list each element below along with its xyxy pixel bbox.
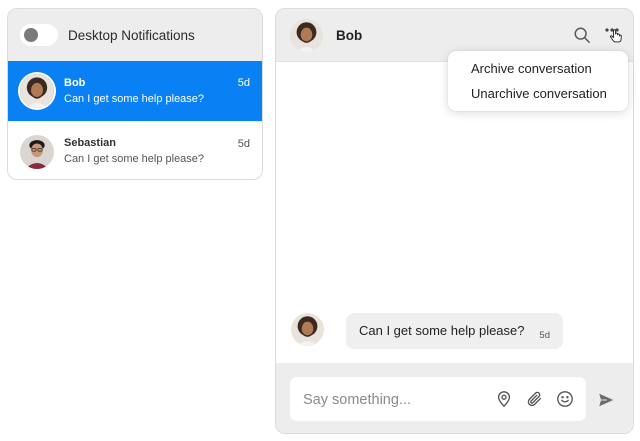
desktop-notifications-toggle[interactable] — [20, 24, 58, 46]
message-input[interactable] — [290, 377, 495, 423]
notifications-bar: Desktop Notifications — [8, 9, 262, 61]
conversation-item-bob[interactable]: Bob Can I get some help please? 5d — [8, 61, 262, 121]
avatar — [291, 313, 324, 346]
message-row: Can I get some help please? 5d — [291, 313, 563, 349]
paperclip-icon[interactable] — [524, 388, 546, 410]
conversation-time: 5d — [237, 77, 250, 89]
send-icon[interactable] — [595, 389, 617, 411]
menu-item-archive[interactable]: Archive conversation — [471, 61, 592, 76]
message-time: 5d — [539, 330, 550, 341]
smiley-icon[interactable] — [554, 388, 576, 410]
toggle-knob — [24, 28, 38, 42]
conversation-name: Sebastian — [64, 137, 116, 149]
more-horizontal-icon[interactable] — [604, 25, 626, 45]
chat-title: Bob — [336, 27, 363, 43]
conversation-preview: Can I get some help please? — [64, 92, 205, 105]
notifications-label: Desktop Notifications — [68, 27, 195, 43]
conversation-name: Bob — [64, 76, 86, 89]
avatar — [20, 74, 54, 108]
message-input-box — [290, 377, 586, 423]
conversation-preview: Can I get some help please? — [64, 153, 205, 165]
message-bubble: Can I get some help please? 5d — [346, 313, 563, 349]
conversation-item-sebastian[interactable]: Sebastian Can I get some help please? 5d — [8, 121, 262, 180]
conversation-list-panel: Desktop Notifications Bob Can I get some… — [7, 8, 263, 180]
avatar — [290, 19, 323, 52]
location-pin-icon[interactable] — [493, 388, 515, 410]
search-icon[interactable] — [572, 25, 592, 45]
menu-item-unarchive[interactable]: Unarchive conversation — [471, 86, 607, 101]
avatar — [20, 135, 54, 169]
message-text: Can I get some help please? — [359, 323, 525, 338]
conversation-time: 5d — [237, 138, 250, 150]
composer — [276, 363, 633, 433]
conversation-options-menu: Archive conversation Unarchive conversat… — [448, 51, 628, 111]
